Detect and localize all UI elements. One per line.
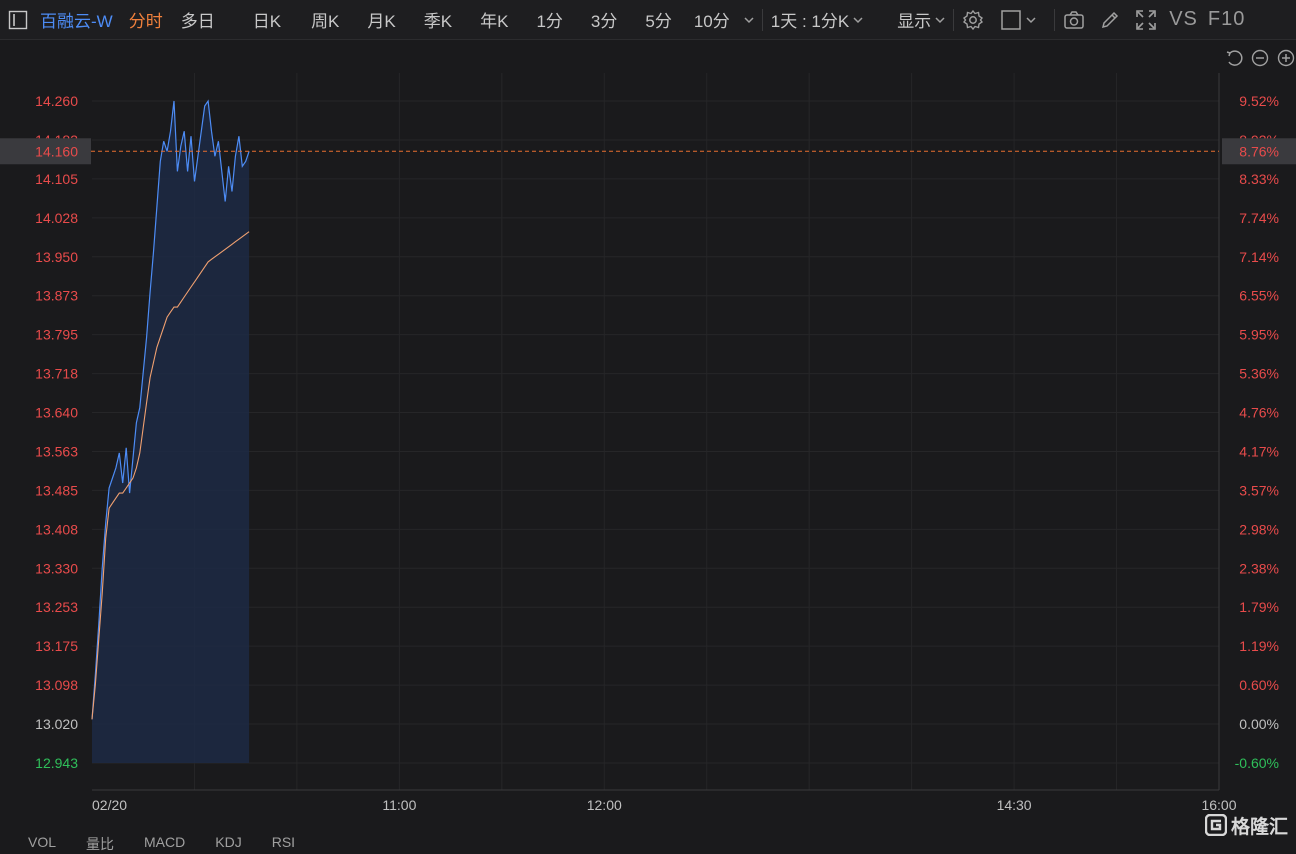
pct-tick-label: 6.55% — [1239, 288, 1279, 304]
price-tick-label: 13.563 — [35, 443, 78, 459]
tab-intraday[interactable]: 分时 — [129, 7, 163, 32]
square-layout-icon — [1001, 9, 1021, 30]
price-tick-label: 13.718 — [35, 366, 78, 382]
pct-tick-label: 8.33% — [1239, 171, 1279, 187]
camera-icon[interactable] — [1063, 9, 1085, 31]
chevron-down-icon — [744, 16, 754, 23]
tab-multi-day[interactable]: 多日 — [181, 7, 215, 32]
price-tick-label: 13.795 — [35, 327, 78, 343]
display-select[interactable]: 显示 — [897, 7, 945, 32]
fullscreen-icon[interactable] — [1135, 9, 1157, 31]
gelonghui-logo-icon — [1205, 814, 1227, 836]
price-tick-label: 14.260 — [35, 93, 78, 109]
toolbar-divider — [1054, 8, 1056, 31]
chevron-down-icon — [1026, 16, 1036, 23]
price-tick-label: 13.098 — [35, 677, 78, 693]
pct-tick-label: 3.57% — [1239, 482, 1279, 498]
range-select[interactable]: 1天 : 1分K — [771, 7, 863, 32]
current-price-label: 14.160 — [35, 143, 78, 159]
price-tick-label: 12.943 — [35, 755, 78, 771]
toolbar: 百融云-W 分时 多日 日K 周K 月K 季K 年K 1分 3分 5分 10分 … — [0, 0, 1296, 40]
price-tick-label: 13.253 — [35, 599, 78, 615]
tab-5min[interactable]: 5分 — [645, 7, 671, 32]
vs-compare-button[interactable]: VS — [1169, 8, 1198, 31]
pencil-draw-icon[interactable] — [1099, 9, 1121, 31]
chevron-down-icon — [935, 16, 945, 23]
layout-select[interactable] — [1000, 9, 1036, 31]
time-tick-label: 11:00 — [382, 797, 416, 813]
time-axis: 02/20 11:00 12:00 14:30 16:00 — [92, 797, 1237, 813]
zoom-out-icon[interactable] — [1251, 49, 1269, 67]
pct-tick-label: 1.19% — [1239, 638, 1279, 654]
pct-tick-label: 5.36% — [1239, 366, 1279, 382]
price-tick-label: 13.873 — [35, 288, 78, 304]
pct-tick-label: 5.95% — [1239, 327, 1279, 343]
f10-button[interactable]: F10 — [1208, 8, 1245, 31]
price-tick-label: 13.950 — [35, 249, 78, 265]
pct-tick-label: 7.14% — [1239, 249, 1279, 265]
tab-vol[interactable]: VOL — [28, 834, 56, 854]
percent-axis: 9.52%8.93%8.33%7.74%7.14%6.55%5.95%5.36%… — [1235, 93, 1279, 771]
chevron-down-icon — [853, 16, 863, 23]
settings-gear-icon[interactable] — [962, 9, 984, 31]
zoom-in-icon[interactable] — [1277, 49, 1295, 67]
price-axis: 14.26014.18314.10514.02813.95013.87313.7… — [35, 93, 78, 771]
time-tick-label: 14:30 — [997, 797, 1032, 813]
tab-kdj[interactable]: KDJ — [215, 834, 241, 854]
pct-tick-label: 2.38% — [1239, 560, 1279, 576]
tab-weekly-k[interactable]: 周K — [311, 7, 339, 32]
price-tick-label: 13.020 — [35, 716, 78, 732]
intraday-chart: 14.26014.18314.10514.02813.95013.87313.7… — [0, 49, 1296, 813]
pct-tick-label: 1.79% — [1239, 599, 1279, 615]
undo-icon[interactable] — [1226, 50, 1243, 66]
tab-rsi[interactable]: RSI — [272, 834, 295, 854]
pct-tick-label: 4.17% — [1239, 443, 1279, 459]
display-select-label: 显示 — [897, 12, 932, 31]
tab-daily-k[interactable]: 日K — [253, 7, 281, 32]
tab-1min[interactable]: 1分 — [536, 7, 562, 32]
pct-tick-label: 0.00% — [1239, 716, 1279, 732]
tab-monthly-k[interactable]: 月K — [367, 7, 395, 32]
time-tick-label: 02/20 — [92, 797, 127, 813]
toolbar-divider — [953, 8, 955, 31]
price-tick-label: 14.028 — [35, 210, 78, 226]
chart-tools — [1226, 49, 1295, 67]
tab-3min[interactable]: 3分 — [591, 7, 617, 32]
chart-grid — [92, 73, 1220, 791]
price-tick-label: 13.640 — [35, 405, 78, 421]
tab-quarterly-k[interactable]: 季K — [424, 7, 452, 32]
tab-yearly-k[interactable]: 年K — [480, 7, 508, 32]
tab-volume-ratio[interactable]: 量比 — [86, 834, 114, 854]
current-pct-label: 8.76% — [1239, 143, 1279, 159]
price-tick-label: 13.408 — [35, 521, 78, 537]
pct-tick-label: 7.74% — [1239, 210, 1279, 226]
time-tick-label: 12:00 — [587, 797, 622, 813]
price-tick-label: 13.175 — [35, 638, 78, 654]
logo-text: 格隆汇 — [1231, 816, 1289, 838]
tab-macd[interactable]: MACD — [144, 834, 185, 854]
range-select-label: 1天 : 1分K — [770, 12, 850, 31]
pct-tick-label: -0.60% — [1235, 755, 1279, 771]
price-tick-label: 14.105 — [35, 171, 78, 187]
price-tick-label: 13.485 — [35, 482, 78, 498]
interval-select-label: 10分 — [693, 12, 730, 31]
stock-symbol-button[interactable]: 百融云-W — [40, 7, 113, 32]
indicator-tabs: VOL 量比 MACD KDJ RSI — [28, 834, 295, 854]
pct-tick-label: 9.52% — [1239, 93, 1279, 109]
toolbar-divider — [761, 8, 763, 31]
price-tick-label: 13.330 — [35, 560, 78, 576]
pct-tick-label: 2.98% — [1239, 521, 1279, 537]
interval-select[interactable]: 10分 — [694, 7, 754, 32]
panel-toggle-icon[interactable] — [8, 10, 28, 30]
watermark-logo: 格隆汇 — [1205, 812, 1288, 838]
pct-tick-label: 0.60% — [1239, 677, 1279, 693]
pct-tick-label: 4.76% — [1239, 405, 1279, 421]
